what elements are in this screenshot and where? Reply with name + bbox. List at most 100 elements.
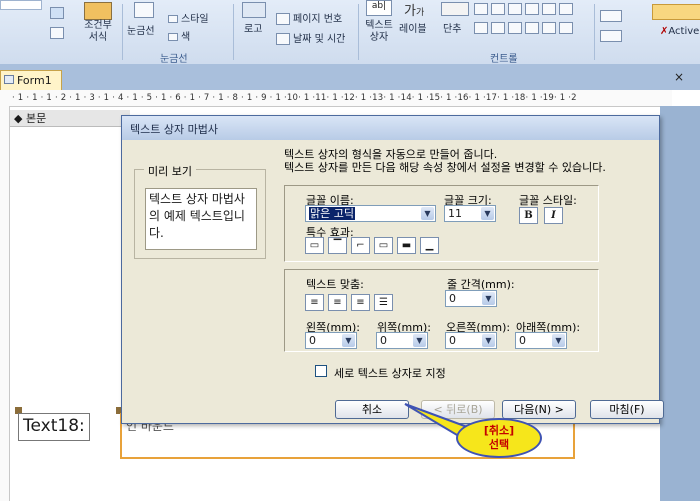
gridlines-icon (134, 2, 154, 18)
right-margin-select[interactable]: 0 ▼ (445, 332, 497, 349)
tab-form1-label: Form1 (17, 74, 52, 87)
textbox-tool-button[interactable]: 텍스트 상자 (362, 20, 396, 44)
checkbox-icon[interactable] (508, 3, 522, 15)
align-distribute-icon[interactable]: ☰ (374, 294, 393, 311)
chevron-down-icon: ▼ (552, 334, 565, 347)
border-icon[interactable] (50, 26, 67, 39)
font-style-label: 글꼴 스타일: (519, 194, 577, 207)
bottom-margin-value: 0 (519, 334, 526, 347)
ribbon: 조건부 서식 눈금선 스타일 색 눈금선 로고 페이지 번호 날짜 및 시간 a… (0, 0, 700, 65)
cancel-button[interactable]: 취소 (335, 400, 409, 419)
textbox-label-control[interactable]: Text18: (18, 413, 90, 441)
controls-gallery[interactable] (474, 2, 598, 42)
listbox-icon[interactable] (474, 3, 488, 15)
preview-text: 텍스트 상자 마법사의 예제 텍스트입니다. (145, 188, 257, 250)
close-tab-icon[interactable]: × (674, 70, 684, 84)
align-center-icon[interactable]: ≡ (328, 294, 347, 311)
activex-button[interactable]: ✗Active (660, 26, 699, 37)
top-margin-select[interactable]: 0 ▼ (376, 332, 428, 349)
line-spacing-select[interactable]: 0 ▼ (445, 290, 497, 307)
chevron-down-icon: ▼ (413, 334, 426, 347)
fill-color-icon[interactable] (50, 6, 67, 19)
date-time-button[interactable]: 날짜 및 시간 (276, 30, 345, 45)
font-size-select[interactable]: 11 ▼ (444, 205, 496, 222)
font-name-select[interactable]: 맑은 고딕 ▼ (305, 205, 436, 222)
logo-button[interactable]: 로고 (244, 20, 262, 35)
style-button: 스타일 (168, 10, 209, 25)
tab-control-icon[interactable] (525, 3, 539, 15)
line-thickness-icon[interactable] (600, 10, 622, 22)
effect-etched-icon[interactable]: ▭ (374, 237, 393, 254)
ribbon-separator (233, 4, 234, 60)
label-tool-icon: 가가 (404, 4, 425, 19)
left-margin-select[interactable]: 0 ▼ (305, 332, 357, 349)
ruler-marks: · 1 · 1 · 1 · 2 · 1 · 3 · 1 · 4 · 1 · 5 … (12, 93, 577, 103)
ribbon-separator (358, 4, 359, 60)
top-margin-value: 0 (380, 334, 387, 347)
line-icon[interactable] (525, 22, 539, 34)
option-button-icon[interactable] (508, 22, 522, 34)
font-name-value: 맑은 고딕 (309, 207, 355, 220)
gridlines-button[interactable]: 눈금선 (127, 22, 155, 37)
form-icon (4, 75, 14, 84)
text-align-label: 텍스트 맞춤: (306, 278, 364, 291)
effect-shadowed-icon[interactable]: ▬ (397, 237, 416, 254)
left-margin-value: 0 (309, 334, 316, 347)
line-color-icon[interactable] (600, 30, 622, 42)
document-tab-strip (0, 64, 700, 90)
textbox-tool-icon: ab| (366, 0, 392, 16)
tab-form1[interactable]: Form1 (0, 70, 62, 90)
select-tool-icon[interactable] (652, 4, 700, 20)
next-button[interactable]: 다음(N) > (502, 400, 576, 419)
chevron-down-icon: ▼ (482, 334, 495, 347)
logo-icon (242, 2, 266, 18)
bound-object-icon[interactable] (559, 22, 573, 34)
label-tool-button[interactable]: 레이블 (399, 20, 427, 35)
subform-icon[interactable] (474, 22, 488, 34)
bold-button[interactable]: B (519, 207, 538, 224)
chart-icon[interactable] (559, 3, 573, 15)
group-label-controls: 컨트롤 (490, 54, 518, 65)
page-number-icon (276, 13, 290, 25)
effect-raised-icon[interactable]: ▔ (328, 237, 347, 254)
detail-section-bar[interactable]: ◆ 본문 (10, 110, 130, 127)
conditional-format-button[interactable]: 조건부 서식 (80, 20, 116, 44)
page-number-label: 페이지 번호 (293, 14, 343, 25)
effect-chiseled-icon[interactable]: ▁ (420, 237, 439, 254)
bottom-margin-select[interactable]: 0 ▼ (515, 332, 567, 349)
attachment-icon[interactable] (542, 22, 556, 34)
option-group-icon[interactable] (491, 3, 505, 15)
vertical-scrollbar-area[interactable] (660, 106, 700, 501)
button-tool-button[interactable]: 단추 (443, 20, 461, 35)
style-button-label: 스타일 (181, 14, 209, 25)
italic-button[interactable]: I (544, 207, 563, 224)
color-button-label: 색 (181, 32, 191, 43)
color-button[interactable]: 색 (168, 28, 190, 43)
dialog-description-line2: 텍스트 상자를 만든 다음 해당 속성 창에서 설정을 변경할 수 있습니다. (284, 161, 606, 174)
callout-line2: 선택 (488, 438, 510, 451)
ribbon-separator (594, 4, 595, 60)
ribbon-separator (122, 4, 123, 60)
image-icon[interactable] (542, 3, 556, 15)
effect-flat-icon[interactable]: ▭ (305, 237, 324, 254)
font-size-box[interactable] (0, 0, 42, 10)
chevron-down-icon: ▼ (482, 292, 495, 305)
detail-section-label: ◆ 본문 (14, 112, 47, 125)
activex-label: Active (668, 26, 700, 37)
dialog-title: 텍스트 상자 마법사 (122, 116, 659, 140)
date-time-icon (276, 33, 290, 45)
right-margin-value: 0 (449, 334, 456, 347)
finish-button[interactable]: 마침(F) (590, 400, 664, 419)
preview-group-label: 미리 보기 (144, 163, 196, 179)
vertical-textbox-checkbox[interactable] (315, 365, 327, 377)
align-left-icon[interactable]: ≡ (305, 294, 324, 311)
font-size-value: 11 (448, 207, 462, 220)
textbox-wizard-dialog: 텍스트 상자 마법사 텍스트 상자의 형식을 자동으로 만들어 줍니다. 텍스트… (121, 115, 664, 424)
combo-icon[interactable] (491, 22, 505, 34)
button-tool-icon (441, 2, 469, 16)
callout-line1: [취소] (483, 424, 515, 437)
effect-sunken-icon[interactable]: ⌐ (351, 237, 370, 254)
chevron-down-icon: ▼ (421, 207, 434, 220)
page-number-button[interactable]: 페이지 번호 (276, 10, 342, 25)
align-right-icon[interactable]: ≡ (351, 294, 370, 311)
